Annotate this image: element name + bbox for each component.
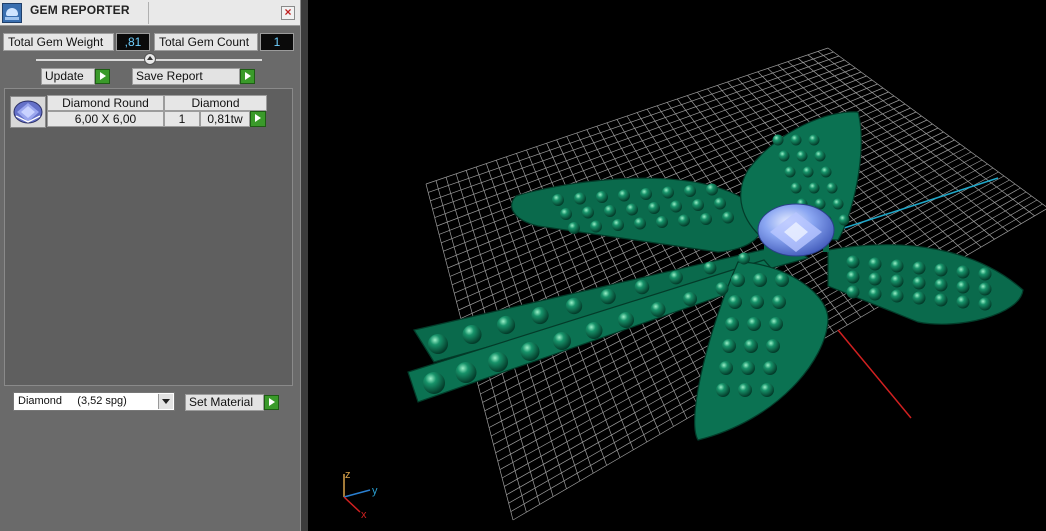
update-button[interactable]: Update: [41, 68, 95, 85]
jewelry-model: [407, 111, 1024, 441]
chevron-down-icon[interactable]: [158, 394, 173, 409]
gem-weight-cell: 0,81tw: [200, 111, 250, 127]
titlebar-divider: [148, 2, 149, 24]
set-material-button[interactable]: Set Material: [185, 394, 264, 411]
gem-shape-header: Diamond Round: [47, 95, 164, 111]
total-gem-count-label: Total Gem Count: [154, 33, 258, 51]
save-report-play-icon[interactable]: [240, 69, 255, 84]
panel-titlebar: GEM REPORTER ×: [0, 0, 300, 26]
gem-material-header: Diamond: [164, 95, 267, 111]
total-gem-weight-value: ,81: [116, 33, 150, 51]
gem-reporter-panel: GEM REPORTER × Total Gem Weight ,81 Tota…: [0, 0, 300, 531]
3d-viewport[interactable]: z y x: [308, 0, 1046, 531]
gem-size-cell: 6,00 X 6,00: [47, 111, 164, 127]
total-gem-count-value: 1: [260, 33, 294, 51]
panel-splitter[interactable]: [300, 0, 308, 531]
panel-title: GEM REPORTER: [30, 3, 130, 17]
material-dropdown[interactable]: Diamond (3,52 spg): [13, 392, 175, 411]
save-report-button[interactable]: Save Report: [132, 68, 240, 85]
x-axis-line: [837, 329, 912, 419]
total-gem-weight-label: Total Gem Weight: [3, 33, 114, 51]
axis-triad: z y x: [343, 469, 378, 521]
gem-reporter-icon: [2, 3, 22, 23]
gem-count-cell: 1: [164, 111, 200, 127]
set-material-play-icon[interactable]: [264, 395, 279, 410]
gem-row-play-icon[interactable]: [250, 111, 266, 127]
axis-x-label: x: [361, 509, 367, 521]
axis-z-label: z: [345, 469, 351, 481]
center-diamond-gem: [757, 203, 835, 257]
gem-thumbnail[interactable]: [10, 96, 46, 128]
close-icon[interactable]: ×: [281, 6, 295, 20]
gem-list-area: [4, 88, 293, 386]
update-play-icon[interactable]: [95, 69, 110, 84]
material-selected-value: Diamond (3,52 spg): [18, 395, 127, 407]
axis-y-label: y: [372, 485, 378, 497]
zoom-slider-thumb[interactable]: [144, 53, 156, 65]
